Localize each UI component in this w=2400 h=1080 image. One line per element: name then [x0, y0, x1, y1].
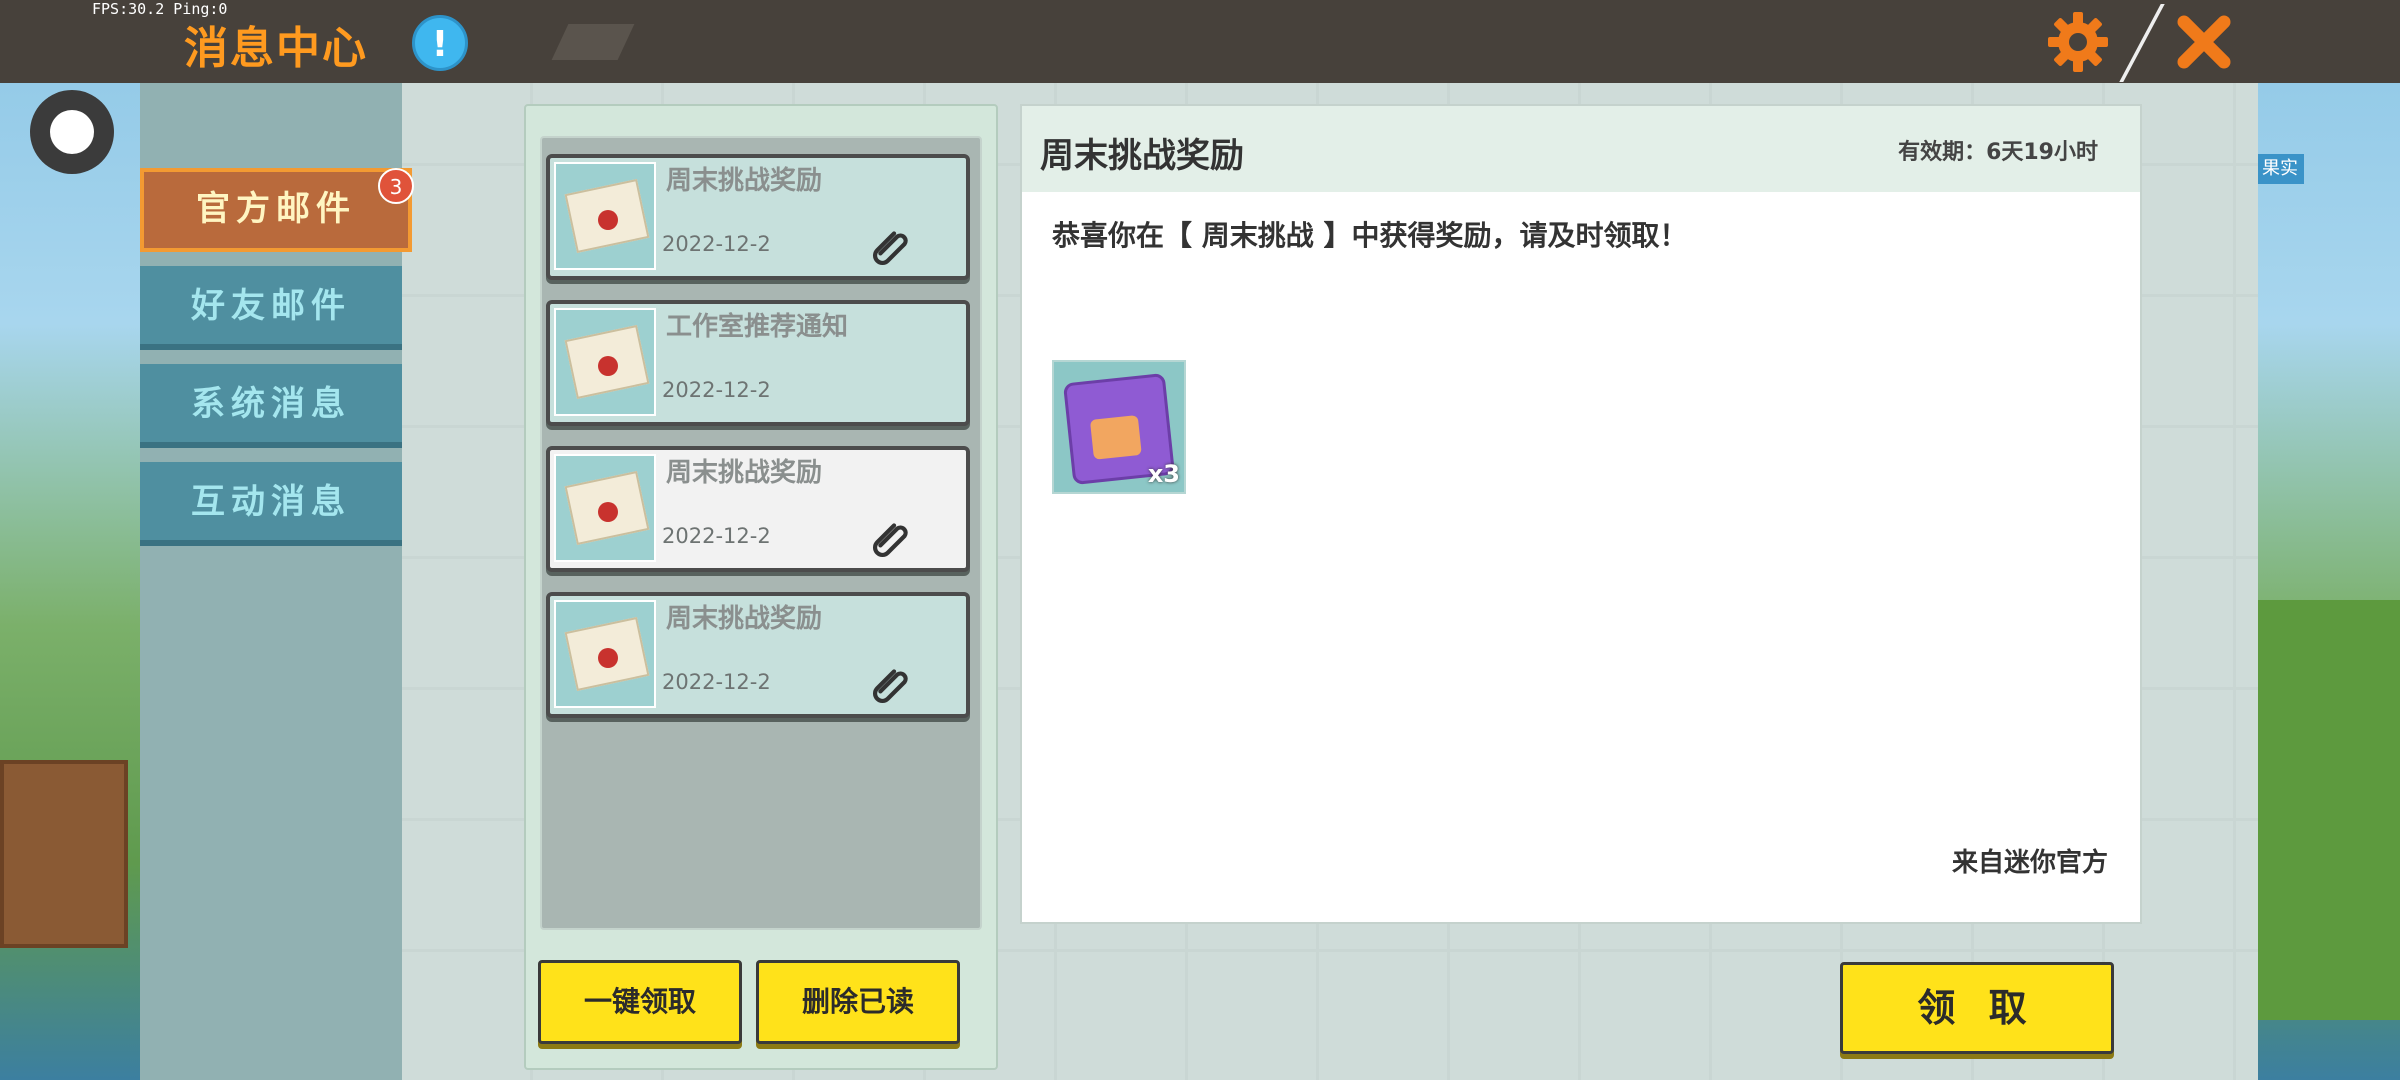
- sidebar-item-friend-mail[interactable]: 好友邮件: [140, 266, 402, 350]
- mail-item-selected[interactable]: 周末挑战奖励 2022-12-2: [546, 446, 970, 572]
- claim-all-button[interactable]: 一键领取: [538, 960, 742, 1044]
- mail-title: 工作室推荐通知: [666, 312, 849, 342]
- page-title: 消息中心: [184, 23, 368, 74]
- mail-title: 周末挑战奖励: [666, 166, 823, 196]
- envelope-icon: [554, 600, 656, 708]
- sidebar-item-label: 官方邮件: [196, 189, 356, 229]
- sender-text: 来自迷你官方: [1951, 848, 2108, 878]
- mail-item[interactable]: 工作室推荐通知 2022-12-2: [546, 300, 970, 426]
- expiry-text: 有效期：6天19小时: [1898, 140, 2098, 165]
- unread-badge: 3: [378, 168, 414, 204]
- detail-title: 周末挑战奖励: [1040, 136, 1244, 176]
- envelope-icon: [554, 308, 656, 416]
- mail-title: 周末挑战奖励: [666, 458, 823, 488]
- mail-detail: 周末挑战奖励 有效期：6天19小时 恭喜你在【 周末挑战 】中获得奖励，请及时领…: [1020, 104, 2142, 924]
- reward-item[interactable]: x3: [1052, 360, 1186, 494]
- game-grass: [2258, 600, 2400, 1020]
- sidebar-item-interaction-messages[interactable]: 互动消息: [140, 462, 402, 546]
- gear-icon[interactable]: [2046, 10, 2110, 74]
- mail-item[interactable]: 周末挑战奖励 2022-12-2: [546, 592, 970, 718]
- envelope-icon: [554, 454, 656, 562]
- attachment-clip-icon: [872, 669, 908, 704]
- sidebar-item-label: 互动消息: [191, 482, 351, 522]
- attachment-clip-icon: [872, 231, 908, 266]
- sidebar-item-label: 好友邮件: [191, 286, 351, 326]
- game-block: [0, 760, 128, 948]
- reward-quantity: x3: [1147, 460, 1180, 488]
- envelope-icon: [554, 162, 656, 270]
- delete-read-button[interactable]: 删除已读: [756, 960, 960, 1044]
- attachment-clip-icon: [872, 523, 908, 558]
- claim-button[interactable]: 领 取: [1840, 962, 2114, 1054]
- mail-date: 2022-12-2: [662, 524, 771, 548]
- sidebar-item-official-mail[interactable]: 官方邮件: [140, 168, 412, 252]
- detail-body: 恭喜你在【 周末挑战 】中获得奖励，请及时领取！: [1052, 219, 1688, 252]
- edge-label: 果实: [2256, 154, 2304, 184]
- mail-date: 2022-12-2: [662, 670, 771, 694]
- record-icon[interactable]: [30, 90, 114, 174]
- mail-date: 2022-12-2: [662, 232, 771, 256]
- mail-item[interactable]: 周末挑战奖励 2022-12-2: [546, 154, 970, 280]
- sidebar-item-system-messages[interactable]: 系统消息: [140, 364, 402, 448]
- info-icon[interactable]: !: [412, 15, 468, 71]
- detail-header: 周末挑战奖励 有效期：6天19小时: [1022, 106, 2140, 192]
- sidebar-item-label: 系统消息: [191, 384, 351, 424]
- close-icon[interactable]: [2172, 10, 2236, 74]
- mail-title: 周末挑战奖励: [666, 604, 823, 634]
- mail-date: 2022-12-2: [662, 378, 771, 402]
